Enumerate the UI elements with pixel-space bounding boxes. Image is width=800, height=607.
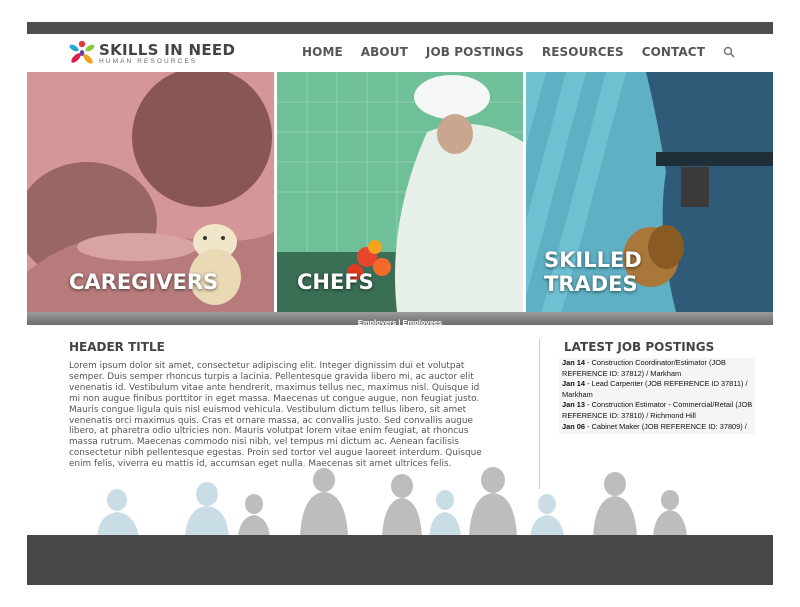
- brand-logo[interactable]: SKILLS IN NEED HUMAN RESOURCES: [67, 38, 235, 68]
- brand-tagline: HUMAN RESOURCES: [99, 58, 198, 65]
- panel-skilled-trades-label-line1: SKILLED: [544, 248, 642, 272]
- job-text: - Lead Carpenter (JOB REFERENCE ID 37811…: [562, 379, 748, 399]
- job-posting[interactable]: Jan 06 - Cabinet Maker (JOB REFERENCE ID…: [559, 422, 755, 433]
- people-silhouettes: [27, 462, 773, 537]
- panel-skilled-trades[interactable]: SKILLED TRADES: [526, 72, 773, 312]
- job-date: Jan 14: [562, 379, 586, 389]
- job-posting[interactable]: Jan 14 - Lead Carpenter (JOB REFERENCE I…: [559, 379, 755, 400]
- site-header: SKILLS IN NEED HUMAN RESOURCES HOME ABOU…: [27, 34, 773, 72]
- panel-caregivers-label: CAREGIVERS: [69, 270, 219, 294]
- brand-name: SKILLS IN NEED: [99, 41, 236, 59]
- job-date: Jan 06: [562, 421, 586, 431]
- job-text: - Cabinet Maker (JOB REFERENCE ID: 37809…: [585, 421, 747, 431]
- hero-panels: CAREGIVERS CHEFS SKILLED TRADES: [27, 72, 773, 312]
- audience-strip: Employers | Employees: [27, 312, 773, 327]
- panel-skilled-trades-label: SKILLED TRADES: [544, 248, 642, 296]
- job-postings-list: Jan 14 - Construction Coordinator/Estima…: [559, 358, 755, 434]
- logo-mark-icon: [69, 40, 95, 64]
- job-date: Jan 14: [562, 358, 586, 367]
- site-footer: [27, 535, 773, 585]
- nav-job-postings[interactable]: JOB POSTINGS: [426, 45, 524, 59]
- nav-resources[interactable]: RESOURCES: [542, 45, 624, 59]
- main-nav: HOME ABOUT JOB POSTINGS RESOURCES CONTAC…: [302, 45, 737, 59]
- panel-skilled-trades-label-line2: TRADES: [544, 272, 638, 296]
- panel-chefs[interactable]: CHEFS: [277, 72, 523, 312]
- silhouettes-illustration: [97, 467, 687, 537]
- nav-about[interactable]: ABOUT: [361, 45, 408, 59]
- body-text: Lorem ipsum dolor sit amet, consectetur …: [69, 361, 482, 470]
- page-frame: SKILLS IN NEED HUMAN RESOURCES HOME ABOU…: [27, 22, 773, 585]
- search-icon[interactable]: [723, 45, 737, 59]
- top-bar: [27, 22, 773, 34]
- nav-contact[interactable]: CONTACT: [642, 45, 705, 59]
- job-text: - Construction Coordinator/Estimator (JO…: [562, 358, 726, 378]
- panel-caregivers[interactable]: CAREGIVERS: [27, 72, 274, 312]
- job-date: Jan 13: [562, 400, 586, 410]
- page-title: HEADER TITLE: [69, 340, 165, 354]
- job-text: - Construction Estimator - Commercial/Re…: [562, 400, 753, 420]
- job-posting[interactable]: Jan 13 - Construction Estimator - Commer…: [559, 400, 755, 421]
- job-posting[interactable]: Jan 14 - Construction Coordinator/Estima…: [559, 358, 755, 379]
- nav-home[interactable]: HOME: [302, 45, 343, 59]
- jobs-title: LATEST JOB POSTINGS: [564, 340, 715, 354]
- panel-chefs-label: CHEFS: [297, 270, 374, 294]
